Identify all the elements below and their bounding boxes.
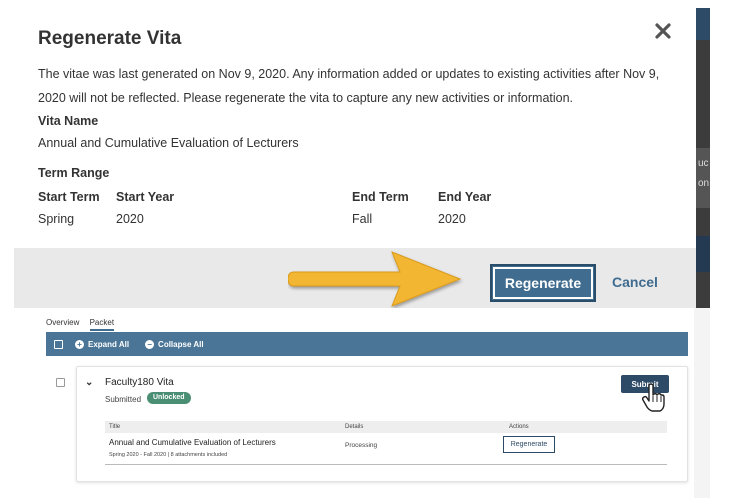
collapse-all-button[interactable]: − Collapse All [145,339,204,349]
table-row: Annual and Cumulative Evaluation of Lect… [105,433,667,465]
arrow-right-icon [288,251,462,307]
tab-packet[interactable]: Packet [89,318,115,331]
backdrop-content-strip: uc on [696,148,710,208]
table-header: Title Details Actions [105,421,667,433]
row-regenerate-button[interactable]: Regenerate [503,436,555,453]
tab-overview[interactable]: Overview [46,318,79,329]
row-title: Annual and Cumulative Evaluation of Lect… [109,438,276,447]
backdrop-footer-strip [696,236,710,272]
packet-panel: Overview Packet + Expand All − Collapse … [42,308,694,492]
start-year-value: 2020 [116,212,144,226]
close-icon[interactable] [654,22,672,40]
header-details: Details [345,424,364,430]
status-badge: Unlocked [147,392,191,404]
vita-row-checkbox[interactable] [56,378,65,387]
vita-status: Submitted [105,395,142,404]
tab-bar: Overview Packet [46,318,122,331]
packet-toolbar: + Expand All − Collapse All [46,332,688,356]
end-year-label: End Year [438,190,492,204]
header-actions: Actions [509,424,529,430]
modal-description: The vitae was last generated on Nov 9, 2… [38,67,660,105]
expand-all-button[interactable]: + Expand All [75,339,130,349]
backdrop-text-1: uc [698,158,709,169]
panel-edge [694,308,710,498]
term-range-label: Term Range [38,166,110,180]
expand-all-label: Expand All [88,339,130,349]
vita-name-value: Annual and Cumulative Evaluation of Lect… [38,136,299,150]
modal-title: Regenerate Vita [38,28,182,49]
regenerate-vita-modal: Regenerate Vita The vitae was last gener… [14,8,696,248]
hand-pointer-icon [641,383,665,412]
row-subtitle: Spring 2020 - Fall 2020 | 8 attachments … [109,452,228,458]
backdrop-edge: uc on [696,8,710,308]
end-term-label: End Term [352,190,409,204]
collapse-all-label: Collapse All [158,339,204,349]
regenerate-button[interactable]: Regenerate [490,264,596,302]
start-term-value: Spring [38,212,75,226]
header-title: Title [109,424,121,430]
minus-circle-icon: − [145,339,155,349]
end-year-value: 2020 [438,212,466,226]
vita-name-label: Vita Name [38,114,99,128]
row-details: Processing [345,442,378,449]
vita-title: Faculty180 Vita [105,377,174,388]
backdrop-text-2: on [698,178,710,189]
vita-card: ⌄ Faculty180 Vita Submitted Unlocked Sub… [76,366,688,482]
plus-circle-icon: + [75,339,84,349]
chevron-down-icon[interactable]: ⌄ [85,377,93,388]
backdrop-header-strip [696,8,710,40]
cancel-button[interactable]: Cancel [612,274,658,290]
start-term-label: Start Term [38,190,100,204]
start-year-label: Start Year [116,190,175,204]
vita-table: Title Details Actions Annual and Cumulat… [105,421,667,465]
select-all-checkbox[interactable] [54,339,63,349]
end-term-value: Fall [352,212,373,226]
